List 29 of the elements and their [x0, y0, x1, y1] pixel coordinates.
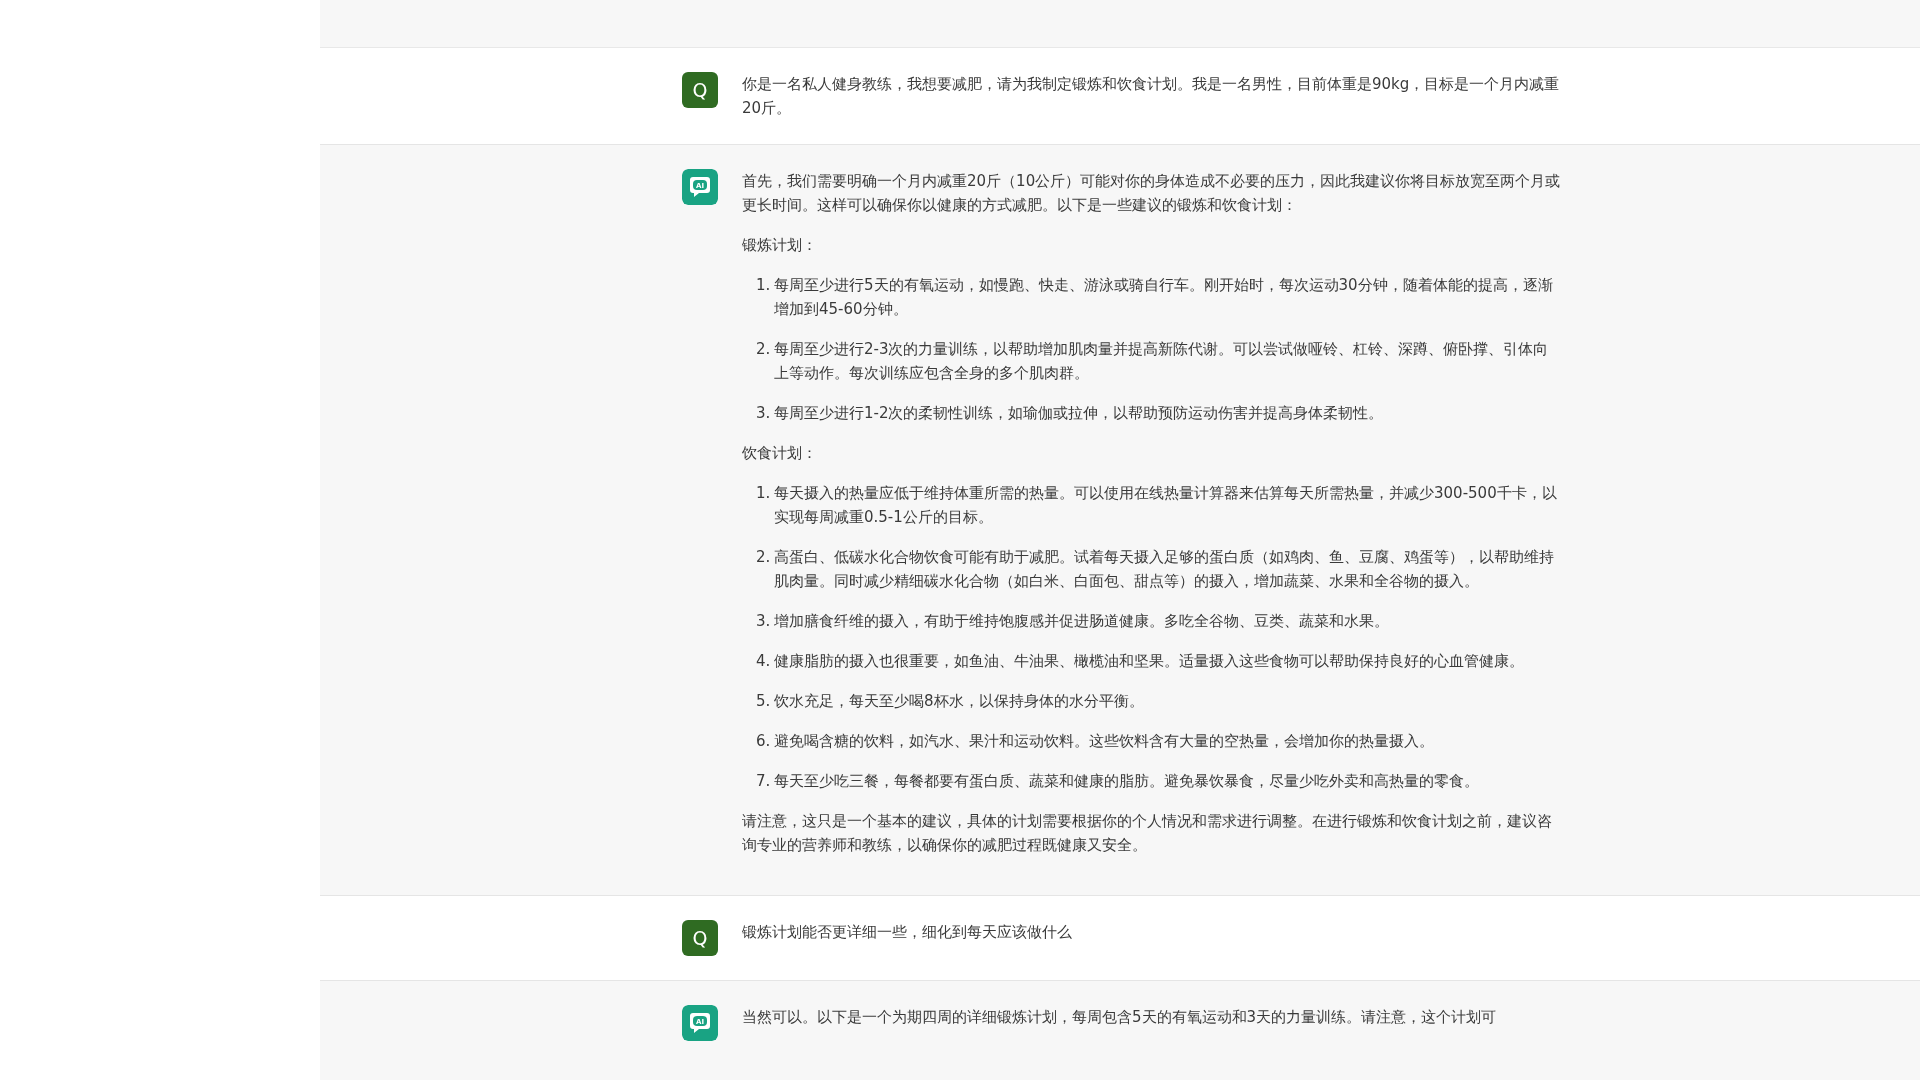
list-number: 5.	[756, 691, 772, 712]
list-item-text: 每天摄入的热量应低于维持体重所需的热量。可以使用在线热量计算器来估算每天所需热量，并减少300-500千卡，以实现每周减重0.5-1公斤的目标。	[774, 483, 1558, 528]
list-number: 2.	[756, 339, 772, 360]
list-item-text: 每周至少进行2-3次的力量训练，以帮助增加肌肉量并提高新陈代谢。可以尝试做哑铃、杠铃、深蹲、俯卧撑、引体向上等动作。每次训练应包含全身的多个肌肉群。	[774, 339, 1550, 384]
list-item-text: 每周至少进行1-2次的柔韧性训练，如瑜伽或拉伸，以帮助预防运动伤害并提高身体柔韧性。	[774, 403, 1385, 424]
list-item-text: 每天至少吃三餐，每餐都要有蛋白质、蔬菜和健康的脂肪。避免暴饮暴食，尽量少吃外卖和高热量的零食。	[774, 771, 1480, 792]
message-text: 锻炼计划能否更详细一些，细化到每天应该做什么	[742, 922, 1073, 943]
list-number: 3.	[756, 403, 772, 424]
user-avatar: Q	[682, 72, 718, 108]
list-item-text: 高蛋白、低碳水化合物饮食可能有助于减肥。试着每天摄入足够的蛋白质（如鸡肉、鱼、豆腐、鸡蛋等），以帮助维持肌肉量。同时减少精细碳水化合物（如白米、白面包、甜点等）的摄入，增加蔬菜、水果和全谷物的摄入。	[774, 547, 1555, 592]
list-item-text: 避免喝含糖的饮料，如汽水、果汁和运动饮料。这些饮料含有大量的空热量，会增加你的热量摄入。	[774, 731, 1435, 752]
message-text: 请注意，这只是一个基本的建议，具体的计划需要根据你的个人情况和需求进行调整。在进行锻炼和饮食计划之前，建议咨询专业的营养师和教练，以确保你的减肥过程既健康又安全。	[742, 811, 1553, 856]
list-number: 4.	[756, 651, 772, 672]
message-text: 饮食计划：	[742, 443, 818, 464]
list-number: 2.	[756, 547, 772, 568]
message-text: 首先，我们需要明确一个月内减重20斤（10公斤）可能对你的身体造成不必要的压力，因此我建议你将目标放宽至两个月或更长时间。这样可以确保你以健康的方式减肥。以下是一些建议的锻炼和饮食计划：	[742, 171, 1562, 216]
list-item-text: 增加膳食纤维的摄入，有助于维持饱腹感并促进肠道健康。多吃全谷物、豆类、蔬菜和水果。	[774, 611, 1390, 632]
list-number: 6.	[756, 731, 772, 752]
message-text: 锻炼计划：	[742, 235, 818, 256]
list-item-text: 健康脂肪的摄入也很重要，如鱼油、牛油果、橄榄油和坚果。适量摄入这些食物可以帮助保持良好的心血管健康。	[774, 651, 1525, 672]
list-item-text: 每周至少进行5天的有氧运动，如慢跑、快走、游泳或骑自行车。刚开始时，每次运动30分钟，随着体能的提高，逐渐增加到45-60分钟。	[774, 275, 1554, 320]
list-number: 7.	[756, 771, 772, 792]
user-avatar: Q	[682, 920, 718, 956]
message-text: 你是一名私人健身教练，我想要减肥，请为我制定锻炼和饮食计划。我是一名男性，目前体重是90kg，目标是一个月内减重20斤。	[742, 74, 1561, 119]
message-text: 当然可以。以下是一个为期四周的详细锻炼计划，每周包含5天的有氧运动和3天的力量训练。请注意，这个计划可	[742, 1007, 1498, 1028]
list-number: 3.	[756, 611, 772, 632]
list-number: 1.	[756, 483, 772, 504]
list-item-text: 饮水充足，每天至少喝8杯水，以保持身体的水分平衡。	[774, 691, 1145, 712]
list-number: 1.	[756, 275, 772, 296]
